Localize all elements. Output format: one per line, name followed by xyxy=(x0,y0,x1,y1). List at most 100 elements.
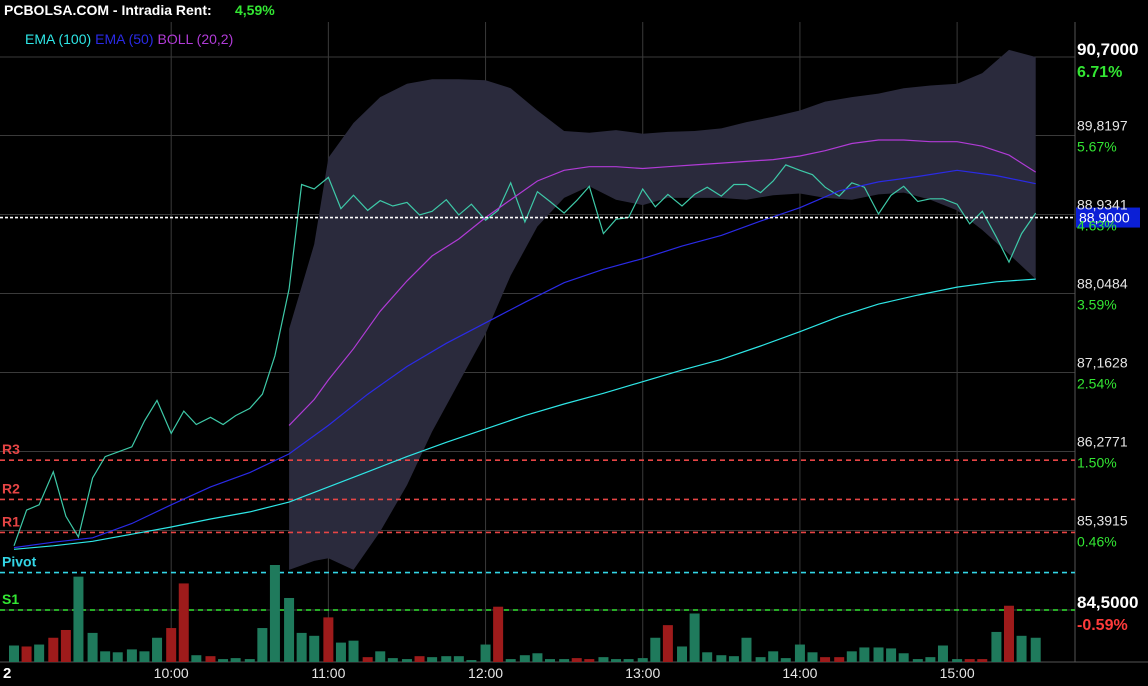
level-label-r2: R2 xyxy=(2,480,20,496)
volume-bar xyxy=(820,657,831,662)
volume-bar xyxy=(269,565,280,662)
volume-bar xyxy=(768,651,779,662)
volume-bar xyxy=(991,631,1002,662)
legend-ema-100: EMA (100) xyxy=(25,31,91,47)
volume-bar xyxy=(244,659,255,662)
volume-bar xyxy=(559,659,570,662)
y-tick-label: 84,5000 xyxy=(1077,593,1138,612)
level-label-s1: S1 xyxy=(2,591,19,607)
volume-bar xyxy=(571,658,582,662)
x-axis-corner-label: 2 xyxy=(3,665,11,682)
y-tick-percent: 3.59% xyxy=(1077,297,1117,313)
volume-bar xyxy=(453,656,464,662)
volume-bar xyxy=(466,660,477,662)
intraday-chart: R3R2R1PivotS1 88,9000 90,70006.71%89,819… xyxy=(0,0,1148,686)
volume-bar xyxy=(401,659,412,662)
volume-bar xyxy=(1030,637,1041,662)
y-tick-label: 86,2771 xyxy=(1077,433,1128,449)
volume-bar xyxy=(846,651,857,662)
volume-bar xyxy=(387,658,398,662)
y-tick-percent: 6.71% xyxy=(1077,64,1122,81)
volume-bar xyxy=(139,651,150,662)
volume-bar xyxy=(925,657,936,662)
y-tick-label: 85,3915 xyxy=(1077,512,1128,528)
volume-bar xyxy=(257,628,268,662)
volume-bar xyxy=(859,647,870,662)
volume-bar xyxy=(584,659,595,662)
volume-bar xyxy=(689,613,700,662)
volume-bar xyxy=(1016,635,1027,662)
x-tick-label: 11:00 xyxy=(311,665,345,681)
volume-bar xyxy=(532,653,543,662)
volume-bar xyxy=(611,659,622,662)
volume-bar xyxy=(677,646,688,662)
volume-bar xyxy=(912,659,923,662)
volume-bar xyxy=(977,659,988,662)
volume-bar xyxy=(126,649,137,662)
y-tick-percent: 5.67% xyxy=(1077,139,1117,155)
x-tick-label: 10:00 xyxy=(154,665,189,681)
volume-bar xyxy=(323,617,334,662)
volume-bar xyxy=(937,645,948,662)
volume-bar xyxy=(716,655,727,662)
y-tick-percent: 1.50% xyxy=(1077,454,1117,470)
volume-bar xyxy=(48,637,59,662)
volume-bar xyxy=(73,576,84,662)
y-tick-label: 89,8197 xyxy=(1077,118,1128,134)
y-tick-percent: 4.63% xyxy=(1077,218,1117,234)
volume-bar xyxy=(545,659,556,662)
volume-bar xyxy=(427,657,438,662)
y-tick-label: 90,7000 xyxy=(1077,40,1138,59)
volume-bar xyxy=(952,659,963,662)
y-tick-percent: 2.54% xyxy=(1077,375,1117,391)
chart-header: PCBOLSA.COM - Intradia Rent: 4,59% xyxy=(4,2,275,18)
volume-bar xyxy=(218,659,229,662)
volume-bar xyxy=(21,646,32,662)
volume-bar xyxy=(637,658,648,662)
volume-bar xyxy=(112,652,123,662)
volume-bar xyxy=(519,655,530,662)
volume-bar xyxy=(335,642,346,662)
header-rent: 4,59% xyxy=(235,2,275,18)
volume-bar xyxy=(152,637,163,662)
volume-bar xyxy=(296,632,307,662)
level-label-pivot: Pivot xyxy=(2,554,37,570)
volume-bar xyxy=(834,657,845,662)
legend-boll-20-2: BOLL (20,2) xyxy=(158,31,234,47)
y-tick-percent: 0.46% xyxy=(1077,533,1117,549)
volume-bar xyxy=(362,657,373,662)
volume-bar xyxy=(728,656,739,662)
volume-bar xyxy=(348,640,359,662)
volume-bar xyxy=(886,648,897,662)
volume-bar xyxy=(375,651,386,662)
volume-bar xyxy=(964,659,975,662)
volume-bar xyxy=(191,655,202,662)
volume-bar xyxy=(598,657,609,662)
volume-bar xyxy=(166,628,177,662)
volume-bar xyxy=(505,659,516,662)
volume-bar xyxy=(100,651,111,662)
volume-bar xyxy=(9,645,19,662)
volume-bar xyxy=(662,625,673,662)
volume-bar xyxy=(493,606,504,662)
level-label-r3: R3 xyxy=(2,441,20,457)
volume-bar xyxy=(87,632,98,662)
level-label-r1: R1 xyxy=(2,513,20,529)
volume-bar xyxy=(284,597,295,662)
volume-bar xyxy=(898,653,909,662)
y-tick-label: 88,9341 xyxy=(1077,197,1128,213)
volume-bar xyxy=(1003,605,1014,662)
volume-bar xyxy=(755,657,766,662)
volume-bar xyxy=(34,644,45,662)
volume-bar xyxy=(230,658,241,662)
y-tick-percent: -0.59% xyxy=(1077,617,1128,634)
volume-bar xyxy=(414,656,425,662)
volume-bar xyxy=(309,635,320,662)
x-tick-label: 12:00 xyxy=(468,665,503,681)
volume-bar xyxy=(623,659,634,662)
volume-bar xyxy=(780,658,791,662)
legend-ema-50: EMA (50) xyxy=(95,31,153,47)
y-tick-label: 87,1628 xyxy=(1077,354,1128,370)
volume-bar xyxy=(480,644,491,662)
volume-bar xyxy=(650,637,661,662)
